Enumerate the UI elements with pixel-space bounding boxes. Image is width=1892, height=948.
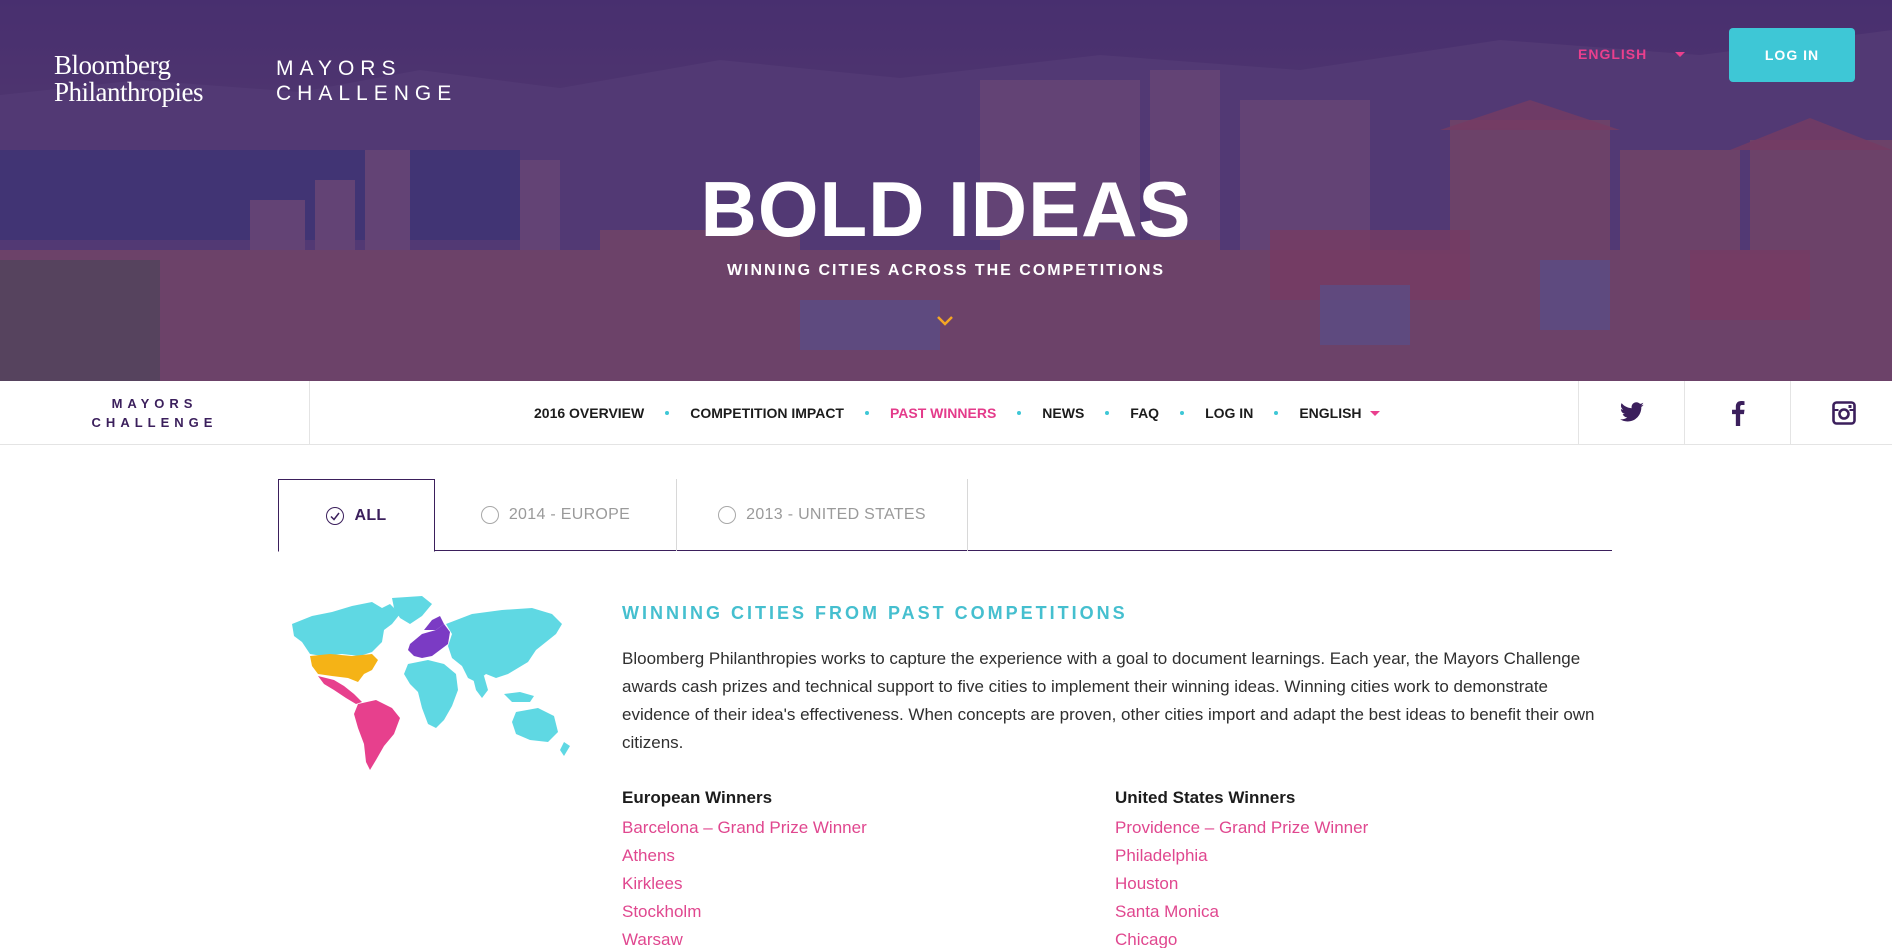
section-heading: WINNING CITIES FROM PAST COMPETITIONS [622,603,1128,623]
facebook-icon [1731,400,1744,426]
caret-down-icon [1675,51,1686,57]
language-label: ENGLISH [1578,46,1648,62]
program-line-2: CHALLENGE [276,82,458,105]
nav-language-label: ENGLISH [1299,405,1362,421]
instagram-link[interactable] [1790,381,1892,445]
nav-separator [1017,411,1022,415]
nav-item-news[interactable]: NEWS [1042,405,1084,421]
winner-link[interactable]: Athens [622,842,1042,870]
nav-item-2016-overview[interactable]: 2016 OVERVIEW [534,405,644,421]
map-new-zealand [560,742,570,756]
instagram-icon [1831,401,1856,425]
login-button[interactable]: LOG IN [1729,28,1855,82]
mayors-challenge-logo[interactable]: MAYORS CHALLENGE [276,56,457,106]
nav-separator [1105,411,1110,415]
nav-brand-line-2: CHALLENGE [91,415,218,430]
twitter-icon [1619,402,1644,422]
facebook-link[interactable] [1684,381,1790,445]
nav-item-competition-impact[interactable]: COMPETITION IMPACT [690,405,844,421]
nav-separator [665,411,670,415]
nav-separator [1180,411,1185,415]
intro-paragraph: Bloomberg Philanthropies works to captur… [622,649,1595,752]
map-africa [404,660,458,728]
map-indonesia [504,692,534,702]
nav-separator [1274,411,1279,415]
nav-language-selector[interactable]: ENGLISH [1299,405,1380,421]
nav-links: 2016 OVERVIEW COMPETITION IMPACT PAST WI… [534,381,1380,445]
tab-2013-united-states-label: 2013 - UNITED STATES [746,506,926,523]
nav-brand-logo[interactable]: MAYORS CHALLENGE [0,381,310,445]
chevron-down-icon[interactable] [935,313,955,329]
european-winners: European Winners Barcelona – Grand Prize… [622,786,1042,948]
tab-2014-europe-label: 2014 - EUROPE [508,506,631,523]
hero-subtitle: WINNING CITIES ACROSS THE COMPETITIONS [726,262,1166,279]
winner-link[interactable]: Barcelona – Grand Prize Winner [622,814,1042,842]
main-navigation: MAYORS CHALLENGE 2016 OVERVIEW COMPETITI… [0,381,1892,445]
tab-all-label: ALL [354,506,387,524]
hero-banner: Bloomberg Philanthropies MAYORS CHALLENG… [0,0,1892,381]
tab-2014-europe[interactable]: 2014 - EUROPE [435,479,677,551]
nav-item-faq[interactable]: FAQ [1130,405,1159,421]
hero-title: BOLD IDEAS [700,165,1192,253]
winner-link[interactable]: Santa Monica [1115,898,1535,926]
tab-2013-united-states[interactable]: 2013 - UNITED STATES [677,479,968,551]
map-canada [292,602,400,656]
twitter-link[interactable] [1578,381,1684,445]
map-asia [446,608,562,682]
brand-line-2: Philanthropies [54,77,204,107]
winner-link[interactable]: Providence – Grand Prize Winner [1115,814,1535,842]
winner-link[interactable]: Kirklees [622,870,1042,898]
language-selector[interactable]: ENGLISH [1578,46,1686,62]
check-circle-icon [326,506,345,525]
winner-link[interactable]: Warsaw [622,926,1042,948]
nav-item-log-in[interactable]: LOG IN [1205,405,1253,421]
nav-separator [864,411,869,415]
map-australia [512,708,558,742]
european-winners-title: European Winners [622,788,773,807]
world-map-illustration [292,596,570,770]
us-winners: United States Winners Providence – Grand… [1115,786,1535,948]
map-south-asia [472,674,488,698]
radio-circle-icon [480,506,499,524]
winner-link[interactable]: Stockholm [622,898,1042,926]
winner-link[interactable]: Philadelphia [1115,842,1535,870]
nav-item-past-winners[interactable]: PAST WINNERS [890,405,996,421]
bloomberg-philanthropies-logo[interactable]: Bloomberg Philanthropies [54,50,204,107]
tab-all[interactable]: ALL [278,479,435,552]
winner-link[interactable]: Chicago [1115,926,1535,948]
winner-link[interactable]: Houston [1115,870,1535,898]
us-winners-title: United States Winners [1115,788,1296,807]
competition-filter-tabs: ALL 2014 - EUROPE 2013 - UNITED STATES [278,479,1612,552]
brand-line-1: Bloomberg [54,50,171,80]
program-line-1: MAYORS [276,57,402,80]
caret-down-icon [1369,410,1380,416]
radio-circle-icon [718,506,737,524]
nav-brand-line-1: MAYORS [111,396,198,411]
map-greenland [392,596,432,624]
map-south-america [354,700,400,770]
